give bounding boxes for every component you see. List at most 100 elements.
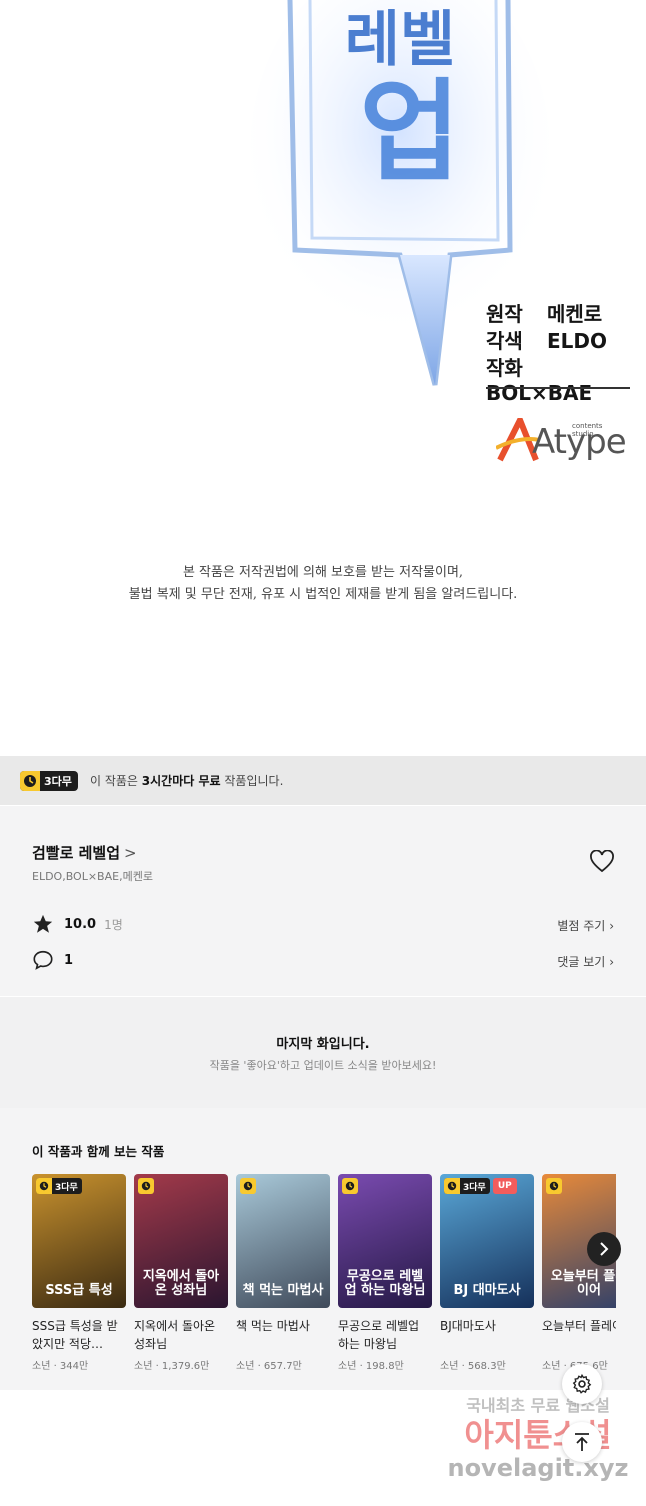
waiting-free-badge <box>546 1178 562 1194</box>
work-title: 검빨로 레벨업 <box>32 844 121 862</box>
rate-button-label: 별점 주기 <box>557 919 606 933</box>
credit-role: 원작 <box>486 302 523 326</box>
waiting-free-badge-label: 3다무 <box>55 1182 78 1193</box>
credit-divider <box>486 387 630 389</box>
view-comments-button[interactable]: 댓글 보기 › <box>557 953 614 970</box>
recommendation-title[interactable]: 지옥에서 돌아온 성좌님 <box>134 1317 228 1353</box>
copyright-line: 불법 복제 및 무단 전재, 유포 시 법적인 제재를 받게 됨을 알려드립니다… <box>128 587 518 602</box>
recommendation-thumbnail[interactable]: 무공으로 레벨업 하는 마왕님 <box>338 1174 432 1308</box>
credit-art: 작화BOL×BAE <box>486 352 646 405</box>
rating-row: 10.0 1명 <box>32 912 123 936</box>
credit-name: ELDO <box>547 329 608 353</box>
clock-icon <box>20 771 40 791</box>
thumbnail-badges <box>138 1178 154 1194</box>
credit-role: 작화 <box>486 356 523 380</box>
waiting-free-badge: 3다무 <box>20 771 78 791</box>
recommendation-title[interactable]: 무공으로 레벨업 하는 마왕님 <box>338 1317 432 1353</box>
waiting-free-badge <box>240 1178 256 1194</box>
svg-text:레벨: 레벨 <box>345 5 455 75</box>
credit-original: 원작 메켄로 <box>486 298 602 327</box>
recommendation-meta: 소년 · 568.3만 <box>440 1361 506 1372</box>
comment-row: 1 <box>32 948 73 972</box>
credit-name: BOL×BAE <box>486 381 593 405</box>
recommendation-meta: 소년 · 344만 <box>32 1361 89 1372</box>
thumbnail-badges: 3다무 <box>36 1178 82 1194</box>
watermark-line: novelagit.xyz <box>447 1454 629 1482</box>
waiting-free-suffix: 작품입니다. <box>220 774 284 788</box>
arrow-up-icon <box>575 1433 589 1451</box>
copyright-notice: 본 작품은 저작권법에 의해 보호를 받는 저작물이며, 불법 복제 및 무단 … <box>0 562 646 606</box>
comment-bubble-icon <box>33 950 53 970</box>
rating-score: 10.0 <box>64 916 97 932</box>
site-watermark: 국내최초 무료 웹소설 아지툰소설 novelagit.xyz <box>446 1392 630 1482</box>
cover-title-art: 지옥에서 돌아온 성좌님 <box>142 1269 220 1298</box>
chevron-right-icon <box>600 1242 609 1256</box>
scroll-top-button[interactable] <box>562 1422 602 1462</box>
waiting-free-text: 이 작품은 3시간마다 무료 작품입니다. <box>90 772 283 789</box>
waiting-free-badge <box>342 1178 358 1194</box>
recommendation-list: 3다무 SSS급 특성 SSS급 특성을 받았지만 적당… 소년 · 344만 지옥에서… <box>32 1174 616 1390</box>
recommendation-meta: 소년 · 198.8만 <box>338 1361 404 1372</box>
svg-text:업: 업 <box>359 68 460 196</box>
comic-last-panel: 레벨 업 원작 메켄로 각색 ELDO 작화BOL×BAE contents stu… <box>0 0 646 756</box>
work-title-link[interactable]: 검빨로 레벨업 > <box>32 842 137 863</box>
credit-name: 메켄로 <box>547 302 603 326</box>
view-comments-label: 댓글 보기 <box>557 955 606 969</box>
cover-title-art: 무공으로 레벨업 하는 마왕님 <box>344 1269 426 1298</box>
credit-role: 각색 <box>486 329 523 353</box>
watermark-line: 국내최초 무료 웹소설 <box>466 1396 610 1415</box>
last-episode-title: 마지막 화입니다. <box>276 1037 370 1052</box>
cover-title-art: BJ 대마도사 <box>453 1283 521 1298</box>
cover-title-art: 책 먹는 마법사 <box>242 1283 324 1298</box>
thumbnail-badges <box>342 1178 358 1194</box>
waiting-free-badge-label: 3다무 <box>44 775 72 788</box>
waiting-free-badge: 3다무 <box>36 1178 82 1194</box>
gear-icon <box>572 1373 592 1394</box>
studio-name: Atype <box>532 422 627 462</box>
work-info-panel: 검빨로 레벨업 > ELDO,BOL×BAE,메켄로 10.0 1명 별점 주기 … <box>0 806 646 996</box>
waiting-free-badge <box>138 1178 154 1194</box>
clock-icon <box>138 1178 154 1194</box>
thumbnail-badges: 3다무 UP <box>444 1178 517 1194</box>
credit-adaptation: 각색 ELDO <box>486 325 607 354</box>
recommendation-thumbnail[interactable]: 지옥에서 돌아온 성좌님 <box>134 1174 228 1308</box>
waiting-free-prefix: 이 작품은 <box>90 774 142 788</box>
recommendation-meta: 소년 · 1,379.6만 <box>134 1361 210 1372</box>
waiting-free-banner: 3다무 이 작품은 3시간마다 무료 작품입니다. <box>0 756 646 805</box>
recommendation-section: 이 작품과 함께 보는 작품 3다무 SSS급 특성 SSS급 특성을 받았지만 적… <box>0 1108 646 1390</box>
recommendation-title[interactable]: SSS급 특성을 받았지만 적당… <box>32 1317 126 1353</box>
clock-icon <box>444 1178 460 1194</box>
chevron-right-icon: > <box>124 844 137 862</box>
work-authors: ELDO,BOL×BAE,메켄로 <box>32 870 153 883</box>
like-heart-icon[interactable] <box>589 850 615 874</box>
recommendation-meta: 소년 · 657.7만 <box>236 1361 302 1372</box>
recommendation-title[interactable]: 오늘부터 플레이어 <box>542 1317 616 1335</box>
recommendation-thumbnail[interactable]: 3다무 SSS급 특성 <box>32 1174 126 1308</box>
copyright-line: 본 작품은 저작권법에 의해 보호를 받는 저작물이며, <box>182 565 464 580</box>
rate-button[interactable]: 별점 주기 › <box>557 917 614 934</box>
comment-count: 1 <box>64 952 74 968</box>
recommendation-thumbnail[interactable]: 3다무 UP BJ 대마도사 <box>440 1174 534 1308</box>
waiting-free-badge-label: 3다무 <box>463 1182 486 1193</box>
recommendation-thumbnail[interactable]: 책 먹는 마법사 <box>236 1174 330 1308</box>
clock-icon <box>240 1178 256 1194</box>
star-icon <box>33 914 53 933</box>
recommendation-heading: 이 작품과 함께 보는 작품 <box>32 1144 165 1159</box>
recommendation-title[interactable]: 책 먹는 마법사 <box>236 1317 330 1335</box>
studio-logo: contents studio Atype <box>496 414 627 464</box>
waiting-free-badge: 3다무 <box>444 1178 490 1194</box>
clock-icon <box>36 1178 52 1194</box>
thumbnail-badges <box>546 1178 562 1194</box>
cover-title-art: SSS급 특성 <box>45 1283 113 1298</box>
chevron-right-icon: › <box>609 955 614 969</box>
carousel-next-button[interactable] <box>587 1232 621 1266</box>
last-episode-subtitle: 작품을 '좋아요'하고 업데이트 소식을 받아보세요! <box>209 1059 437 1072</box>
rating-count: 1명 <box>104 917 123 932</box>
recommendation-title[interactable]: BJ대마도사 <box>440 1317 534 1335</box>
chevron-right-icon: › <box>609 919 614 933</box>
cover-title-art: 오늘부터 플레이어 <box>550 1269 616 1298</box>
update-badge: UP <box>492 1178 517 1194</box>
clock-icon <box>342 1178 358 1194</box>
settings-button[interactable] <box>562 1364 602 1404</box>
waiting-free-highlight: 3시간마다 무료 <box>141 774 221 788</box>
